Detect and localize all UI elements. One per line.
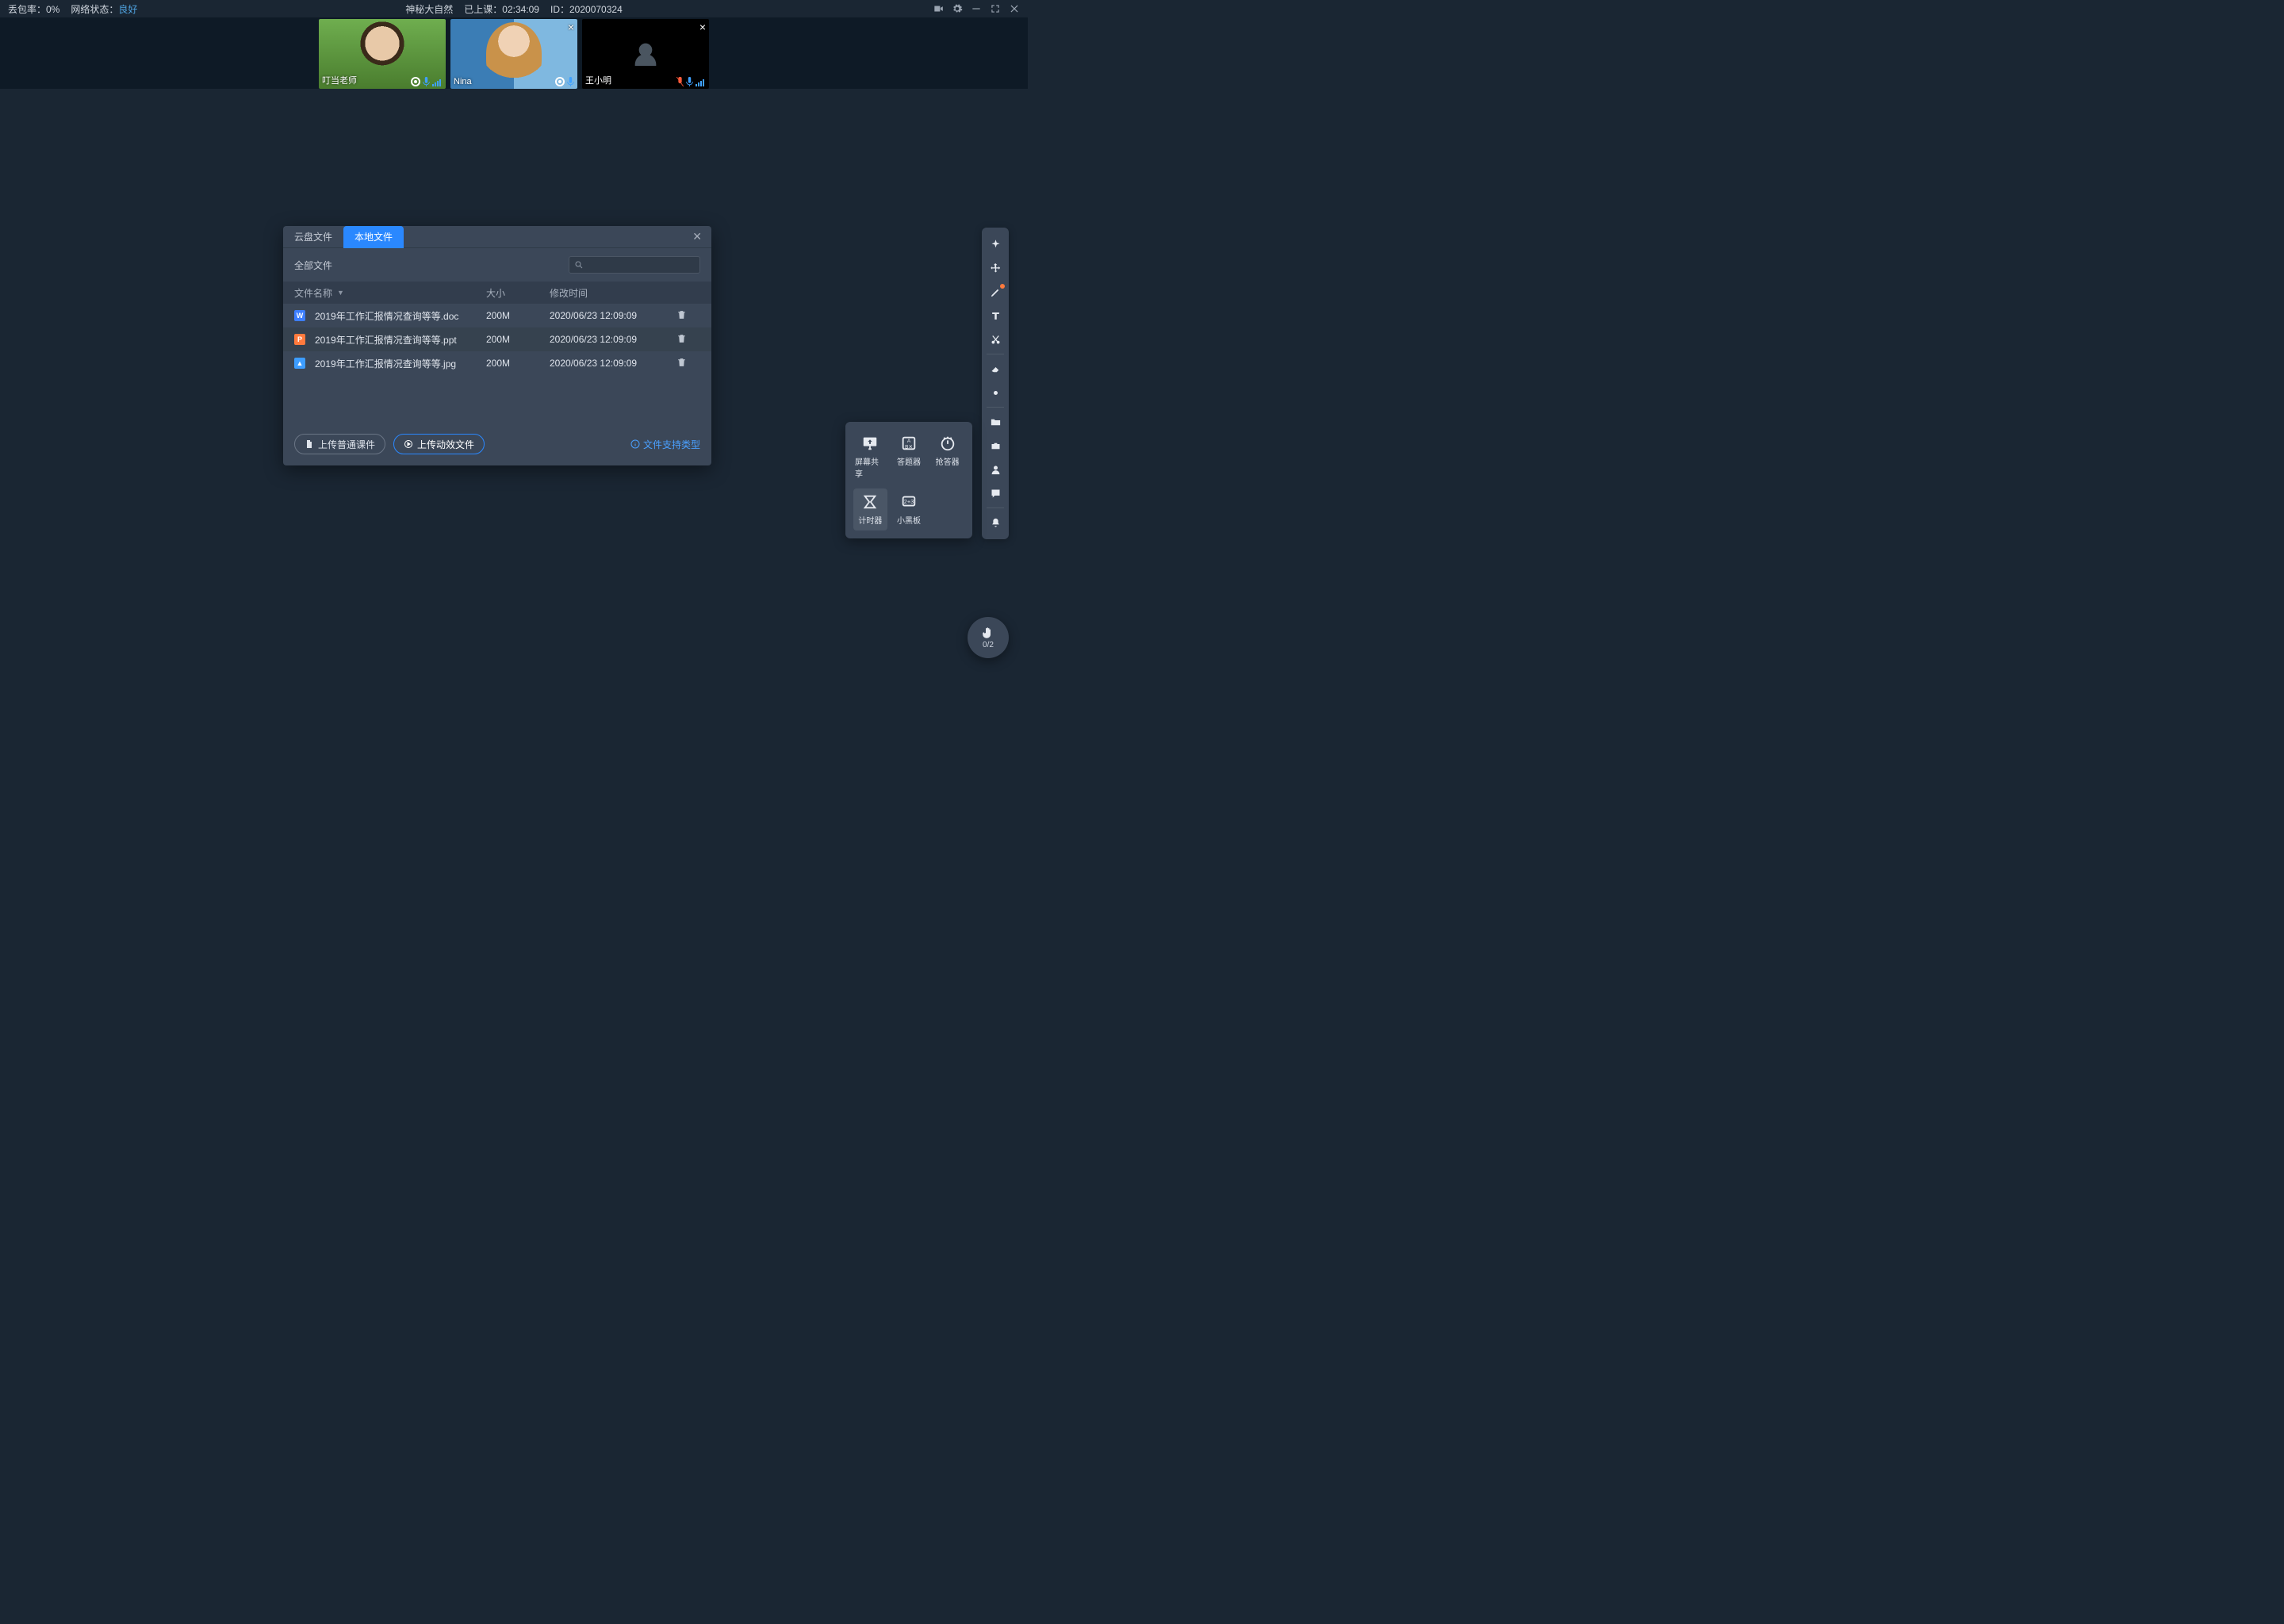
file-size: 200M bbox=[486, 334, 550, 345]
video-tile-student-1[interactable]: × Nina bbox=[450, 19, 577, 89]
file-type-icon: P bbox=[294, 334, 305, 345]
file-row[interactable]: P 2019年工作汇报情况查询等等.ppt 200M 2020/06/23 12:… bbox=[283, 327, 711, 351]
sort-caret-icon: ▼ bbox=[337, 289, 344, 297]
supported-types-link[interactable]: 文件支持类型 bbox=[630, 438, 700, 451]
tab-local-files[interactable]: 本地文件 bbox=[343, 226, 404, 248]
tool-toolbox[interactable] bbox=[982, 434, 1009, 458]
file-size: 200M bbox=[486, 358, 550, 369]
session-id: ID：2020070324 bbox=[550, 2, 623, 16]
minimize-icon[interactable] bbox=[971, 3, 982, 14]
search-icon bbox=[574, 260, 584, 270]
tool-laser[interactable] bbox=[982, 232, 1009, 256]
delete-icon[interactable] bbox=[676, 357, 687, 368]
file-name: 2019年工作汇报情况查询等等.doc bbox=[315, 309, 458, 323]
video-strip: 叮当老师 × Nina × 王小明 bbox=[0, 17, 1028, 89]
video-tile-student-2[interactable]: × 王小明 bbox=[582, 19, 709, 89]
tool-screen-share[interactable]: 屏幕共享 bbox=[853, 430, 887, 484]
file-name: 2019年工作汇报情况查询等等.ppt bbox=[315, 333, 457, 347]
file-size: 200M bbox=[486, 310, 550, 321]
delete-icon[interactable] bbox=[676, 309, 687, 320]
tool-buzzer[interactable]: 抢答器 bbox=[930, 430, 964, 484]
tool-timer[interactable]: 计时器 bbox=[853, 488, 887, 530]
file-time: 2020/06/23 12:09:09 bbox=[550, 310, 676, 321]
video-close-icon[interactable]: × bbox=[568, 21, 574, 33]
right-toolbar bbox=[982, 228, 1009, 539]
close-icon[interactable] bbox=[1009, 3, 1020, 14]
mic-icon bbox=[423, 77, 430, 86]
file-row[interactable]: W 2019年工作汇报情况查询等等.doc 200M 2020/06/23 12:… bbox=[283, 304, 711, 327]
file-type-icon: W bbox=[294, 310, 305, 321]
tool-board[interactable]: 2+3 小黑板 bbox=[892, 488, 926, 530]
mic-icon bbox=[686, 77, 693, 86]
video-name-label: Nina bbox=[454, 77, 472, 86]
tab-cloud-files[interactable]: 云盘文件 bbox=[283, 226, 343, 248]
play-icon bbox=[404, 439, 413, 449]
video-name-label: 叮当老师 bbox=[322, 74, 357, 86]
settings-icon[interactable] bbox=[952, 3, 963, 14]
camera-toggle-icon[interactable] bbox=[933, 3, 944, 14]
tool-folder[interactable] bbox=[982, 410, 1009, 434]
file-dialog: 云盘文件 本地文件 ✕ 全部文件 文件名称▼ 大小 修改时间 W 2019年工作汇… bbox=[283, 226, 711, 465]
tool-move[interactable] bbox=[982, 256, 1009, 280]
elapsed-time: 已上课：02:34:09 bbox=[464, 2, 539, 16]
file-time: 2020/06/23 12:09:09 bbox=[550, 358, 676, 369]
camera-off-icon bbox=[630, 38, 661, 70]
video-tile-teacher[interactable]: 叮当老师 bbox=[319, 19, 446, 89]
tool-text[interactable] bbox=[982, 304, 1009, 327]
tool-chat[interactable] bbox=[982, 481, 1009, 505]
column-size-header[interactable]: 大小 bbox=[486, 286, 550, 300]
hand-icon bbox=[981, 626, 995, 640]
badge-dot bbox=[1000, 284, 1005, 289]
signal-icon bbox=[432, 79, 441, 86]
file-type-icon: ▲ bbox=[294, 358, 305, 369]
tool-brightness[interactable] bbox=[982, 381, 1009, 404]
svg-text:2+3: 2+3 bbox=[904, 498, 914, 505]
file-time: 2020/06/23 12:09:09 bbox=[550, 334, 676, 345]
file-icon bbox=[305, 439, 314, 449]
hand-count: 0/2 bbox=[983, 641, 994, 649]
top-bar: 丢包率：0% 网络状态：良好 神秘大自然 已上课：02:34:09 ID：202… bbox=[0, 0, 1028, 17]
column-time-header[interactable]: 修改时间 bbox=[550, 286, 676, 300]
network-status: 网络状态：良好 bbox=[71, 2, 137, 16]
tool-eraser[interactable] bbox=[982, 357, 1009, 381]
file-row[interactable]: ▲ 2019年工作汇报情况查询等等.jpg 200M 2020/06/23 12:… bbox=[283, 351, 711, 375]
tools-popup: 屏幕共享 AB✕ 答题器 抢答器 计时器 2+3 小黑板 bbox=[845, 422, 972, 538]
tool-bell[interactable] bbox=[982, 511, 1009, 534]
column-name-header[interactable]: 文件名称▼ bbox=[294, 286, 486, 300]
mic-muted-icon bbox=[676, 77, 684, 86]
mic-icon bbox=[567, 77, 574, 86]
signal-icon bbox=[696, 79, 704, 86]
raise-hand-button[interactable]: 0/2 bbox=[968, 617, 1009, 658]
delete-icon[interactable] bbox=[676, 333, 687, 344]
file-name: 2019年工作汇报情况查询等等.jpg bbox=[315, 357, 456, 370]
tool-person[interactable] bbox=[982, 458, 1009, 481]
record-icon bbox=[555, 77, 565, 86]
search-input[interactable] bbox=[569, 256, 700, 274]
record-icon bbox=[411, 77, 420, 86]
class-title: 神秘大自然 bbox=[405, 2, 453, 16]
svg-text:B✕: B✕ bbox=[905, 444, 913, 450]
video-name-label: 王小明 bbox=[585, 74, 611, 86]
tool-pen[interactable] bbox=[982, 280, 1009, 304]
packet-loss-label: 丢包率：0% bbox=[8, 2, 59, 16]
tool-cut[interactable] bbox=[982, 327, 1009, 351]
tool-quiz[interactable]: AB✕ 答题器 bbox=[892, 430, 926, 484]
upload-normal-button[interactable]: 上传普通课件 bbox=[294, 434, 385, 454]
file-filter-label[interactable]: 全部文件 bbox=[294, 259, 332, 272]
upload-anim-button[interactable]: 上传动效文件 bbox=[393, 434, 485, 454]
dialog-close-icon[interactable]: ✕ bbox=[683, 230, 711, 243]
svg-text:A: A bbox=[907, 439, 911, 444]
file-list-header: 文件名称▼ 大小 修改时间 bbox=[283, 282, 711, 304]
maximize-icon[interactable] bbox=[990, 3, 1001, 14]
video-close-icon[interactable]: × bbox=[699, 21, 706, 33]
main-area: 云盘文件 本地文件 ✕ 全部文件 文件名称▼ 大小 修改时间 W 2019年工作汇… bbox=[0, 89, 1028, 733]
info-icon bbox=[630, 439, 640, 449]
